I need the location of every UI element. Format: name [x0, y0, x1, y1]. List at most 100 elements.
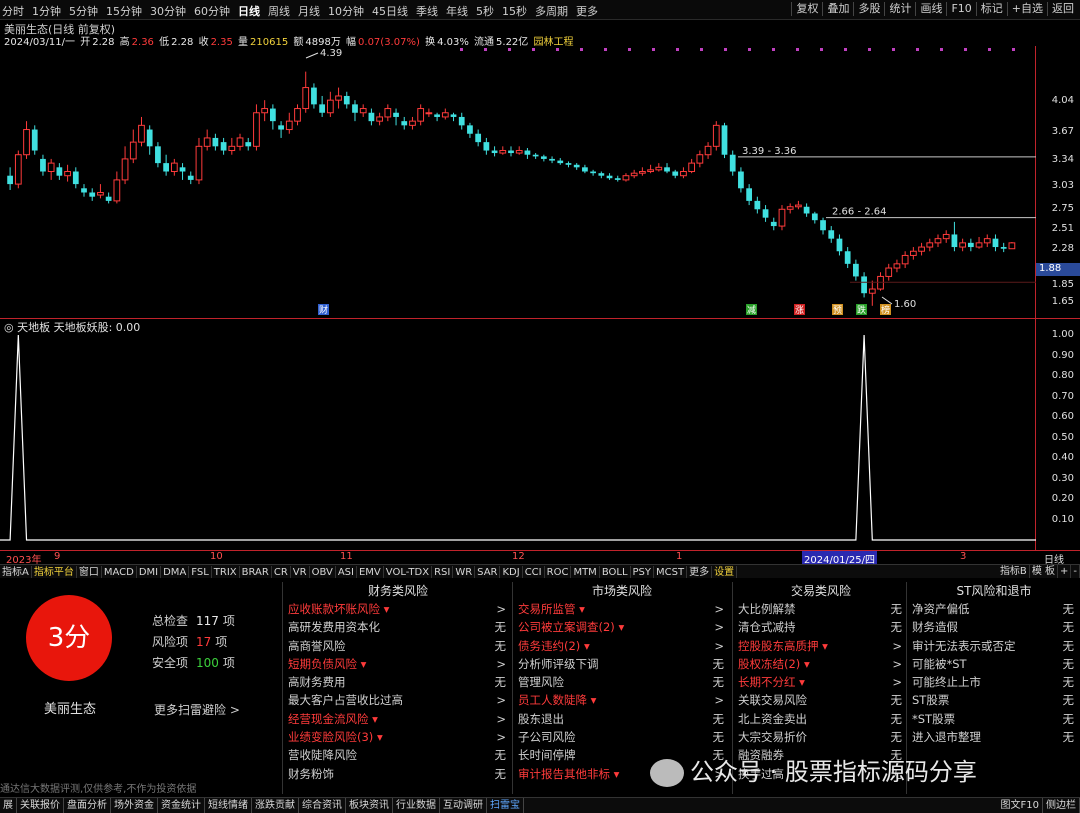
toolbar-button[interactable]: 多股 — [853, 2, 884, 16]
indicator-tab[interactable]: 指标A — [0, 566, 32, 578]
period-tab[interactable]: 5分钟 — [69, 3, 98, 19]
indicator-tab[interactable]: CR — [272, 566, 291, 578]
indicator-tab[interactable]: OBV — [310, 566, 336, 578]
bottom-tab[interactable]: 关联报价 — [17, 798, 64, 813]
bottom-tab[interactable]: 扫雷宝 — [487, 798, 524, 813]
indicator-tab[interactable]: KDJ — [500, 566, 523, 578]
indicator-tab[interactable]: CCI — [523, 566, 545, 578]
risk-item[interactable]: 大比例解禁 无 — [734, 600, 908, 618]
kline-chart[interactable]: 4.39 3.39 - 3.36 2.66 - 2.64 1.60 财 减 涨 预 跌 榜 — [0, 46, 1036, 318]
bottom-tab[interactable]: 涨跌贡献 — [252, 798, 299, 813]
period-tab[interactable]: 月线 — [298, 3, 320, 19]
toolbar-button[interactable]: 叠加 — [822, 2, 853, 16]
risk-item[interactable]: 分析师评级下调 无 — [514, 655, 730, 673]
risk-item[interactable]: *ST股票 无 — [908, 710, 1080, 728]
risk-item[interactable]: 最大客户占营收比过高 > — [284, 691, 512, 709]
toolbar-button[interactable]: 画线 — [915, 2, 946, 16]
risk-item[interactable]: 高研发费用资本化 无 — [284, 618, 512, 636]
period-tab[interactable]: 年线 — [446, 3, 468, 19]
indicator-chart[interactable] — [0, 319, 1036, 550]
risk-item[interactable]: 公司被立案调查(2) ▾ > — [514, 618, 730, 636]
indicator-tab-right[interactable]: - — [1071, 565, 1080, 578]
indicator-tab[interactable]: MCST — [654, 566, 688, 578]
indicator-tab[interactable]: TRIX — [212, 566, 240, 578]
indicator-tab[interactable]: 窗口 — [77, 566, 102, 578]
indicator-tab[interactable]: BRAR — [240, 566, 272, 578]
indicator-tab[interactable]: RSI — [432, 566, 454, 578]
risk-item[interactable]: 控股股东高质押 ▾ > — [734, 637, 908, 655]
risk-item[interactable]: 员工人数陡降 ▾ > — [514, 691, 730, 709]
indicator-tab[interactable]: 指标平台 — [32, 566, 77, 578]
period-tab[interactable]: 45日线 — [372, 3, 408, 19]
risk-item[interactable]: 财务粉饰 无 — [284, 765, 512, 783]
period-tab[interactable]: 30分钟 — [150, 3, 186, 19]
risk-item[interactable]: 清仓式减持 无 — [734, 618, 908, 636]
risk-item[interactable]: 高财务费用 无 — [284, 673, 512, 691]
period-tab[interactable]: 10分钟 — [328, 3, 364, 19]
period-tab[interactable]: 15秒 — [502, 3, 527, 19]
bottom-tab[interactable]: 资金统计 — [158, 798, 205, 813]
risk-item[interactable]: 业绩变脸风险(3) ▾ > — [284, 728, 512, 746]
risk-item[interactable]: 子公司风险 无 — [514, 728, 730, 746]
period-tab[interactable]: 5秒 — [476, 3, 494, 19]
indicator-tab[interactable]: MTM — [571, 566, 600, 578]
period-tab[interactable]: 多周期 — [535, 3, 568, 19]
indicator-tab[interactable]: SAR — [475, 566, 501, 578]
bottom-right-button[interactable]: 图文F10 — [998, 798, 1043, 813]
indicator-tab[interactable]: 更多 — [687, 566, 713, 578]
bottom-tab[interactable]: 互动调研 — [440, 798, 487, 813]
indicator-tab-right[interactable]: 模 板 — [1030, 565, 1058, 578]
risk-item[interactable]: 可能被*ST 无 — [908, 655, 1080, 673]
indicator-tab[interactable]: ROC — [545, 566, 572, 578]
period-tab[interactable]: 1分钟 — [32, 3, 61, 19]
indicator-tab[interactable]: VOL-TDX — [384, 566, 433, 578]
period-tab[interactable]: 60分钟 — [194, 3, 230, 19]
bottom-tab[interactable]: 板块资讯 — [346, 798, 393, 813]
toolbar-button[interactable]: 统计 — [884, 2, 915, 16]
indicator-tab-right[interactable]: 指标B — [998, 565, 1030, 578]
indicator-tab[interactable]: 设置 — [712, 566, 738, 578]
indicator-tab[interactable]: FSL — [189, 566, 212, 578]
risk-item[interactable]: 大宗交易折价 无 — [734, 728, 908, 746]
risk-item[interactable]: 进入退市整理 无 — [908, 728, 1080, 746]
period-tab[interactable]: 周线 — [268, 3, 290, 19]
risk-item[interactable]: 应收账款坏账风险 ▾ > — [284, 600, 512, 618]
indicator-tab[interactable]: ASI — [336, 566, 357, 578]
risk-item[interactable]: 财务造假 无 — [908, 618, 1080, 636]
indicator-tab[interactable]: PSY — [631, 566, 655, 578]
indicator-name[interactable]: 天地板 — [17, 321, 50, 334]
period-tab[interactable]: 日线 — [238, 3, 260, 19]
indicator-toggle-icon[interactable]: ◎ — [4, 321, 14, 334]
indicator-tab[interactable]: DMI — [137, 566, 162, 578]
risk-item[interactable]: 短期负债风险 ▾ > — [284, 655, 512, 673]
risk-item[interactable]: 经营现金流风险 ▾ > — [284, 710, 512, 728]
indicator-tab[interactable]: MACD — [102, 566, 137, 578]
indicator-tab[interactable]: WR — [453, 566, 476, 578]
risk-item[interactable]: 交易所监管 ▾ > — [514, 600, 730, 618]
more-scan-link[interactable]: 更多扫雷避险 > — [154, 701, 240, 718]
risk-item[interactable]: 审计无法表示或否定 无 — [908, 637, 1080, 655]
risk-item[interactable]: 关联交易风险 无 — [734, 691, 908, 709]
period-tab[interactable]: 分时 — [2, 3, 24, 19]
bottom-tab[interactable]: 综合资讯 — [299, 798, 346, 813]
risk-item[interactable]: 股东退出 无 — [514, 710, 730, 728]
risk-item[interactable]: ST股票 无 — [908, 691, 1080, 709]
toolbar-button[interactable]: 返回 — [1047, 2, 1078, 16]
toolbar-button[interactable]: 复权 — [791, 2, 822, 16]
period-tab[interactable]: 15分钟 — [106, 3, 142, 19]
risk-item[interactable]: 高商誉风险 无 — [284, 637, 512, 655]
toolbar-button[interactable]: F10 — [946, 2, 975, 16]
indicator-tab[interactable]: BOLL — [600, 566, 631, 578]
toolbar-button[interactable]: 标记 — [975, 2, 1007, 16]
bottom-tab[interactable]: 短线情绪 — [205, 798, 252, 813]
indicator-tab-right[interactable]: + — [1058, 565, 1072, 578]
risk-item[interactable]: 债务违约(2) ▾ > — [514, 637, 730, 655]
risk-item[interactable]: 北上资金卖出 无 — [734, 710, 908, 728]
toolbar-button[interactable]: +自选 — [1006, 2, 1047, 16]
risk-item[interactable]: 长期不分红 ▾ > — [734, 673, 908, 691]
period-tab[interactable]: 季线 — [416, 3, 438, 19]
risk-item[interactable]: 可能终止上市 无 — [908, 673, 1080, 691]
indicator-tab[interactable]: EMV — [357, 566, 384, 578]
risk-item[interactable]: 营收陡降风险 无 — [284, 746, 512, 764]
bottom-tab[interactable]: 行业数据 — [393, 798, 440, 813]
